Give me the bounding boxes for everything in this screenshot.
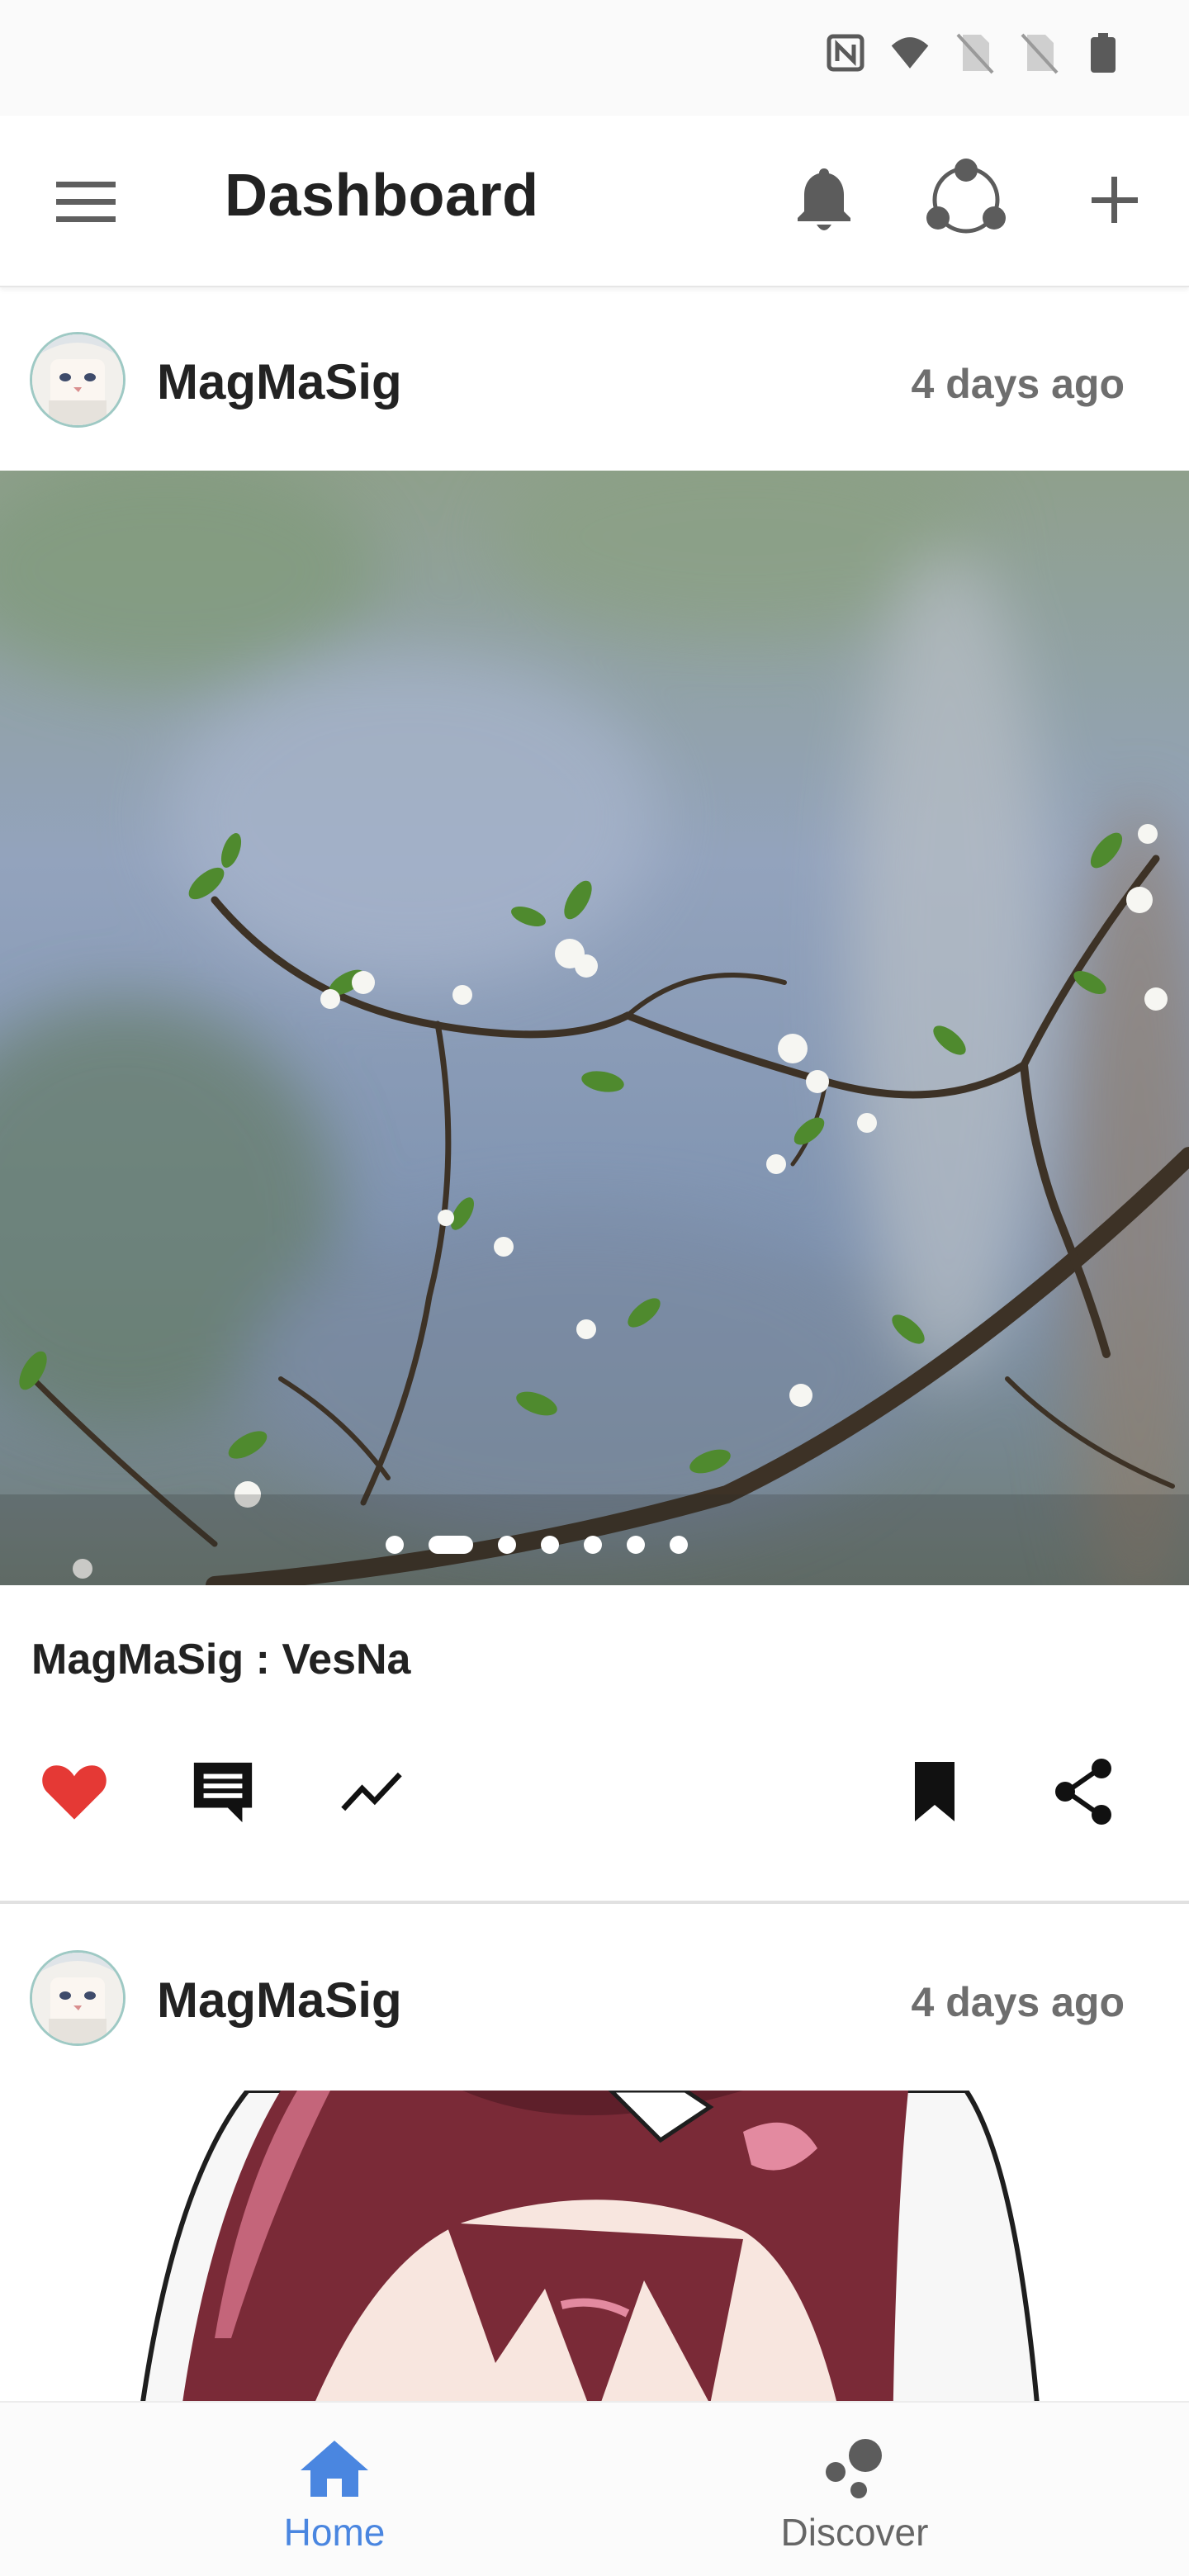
discover-icon [826, 2439, 882, 2498]
post-header: MagMaSig 4 days ago [0, 1907, 1189, 2089]
post-header: MagMaSig 4 days ago [0, 289, 1189, 471]
pager-dot[interactable] [670, 1536, 688, 1554]
comment-icon[interactable] [182, 1750, 264, 1833]
post-actions [0, 1750, 1189, 1841]
page-title: Dashboard [225, 163, 539, 229]
trending-icon[interactable] [330, 1750, 413, 1833]
post-divider [0, 1901, 1189, 1904]
post-image[interactable] [0, 471, 1189, 1585]
blossom-branch-photo [0, 471, 1189, 1585]
post-time: 4 days ago [911, 1979, 1125, 2025]
pager-dot[interactable] [541, 1536, 559, 1554]
author-name[interactable]: MagMaSig [157, 1972, 402, 2029]
bottom-nav: Home Discover [0, 2401, 1189, 2576]
status-icons [826, 31, 1123, 74]
image-pager[interactable] [0, 1536, 1189, 1554]
no-sim-icon [955, 31, 994, 74]
anime-illustration [0, 2091, 1189, 2404]
pager-dot[interactable] [386, 1536, 404, 1554]
app-bar: Dashboard [0, 116, 1189, 287]
post-image[interactable] [0, 2091, 1189, 2404]
bell-icon[interactable] [791, 163, 857, 238]
share-icon[interactable] [1042, 1750, 1125, 1833]
wifi-icon [890, 31, 930, 74]
home-icon [301, 2441, 368, 2497]
plus-icon[interactable] [1082, 167, 1148, 233]
no-sim-icon [1019, 31, 1059, 74]
battery-icon [1083, 31, 1123, 74]
avatar[interactable] [30, 1950, 126, 2046]
post-time: 4 days ago [911, 361, 1125, 407]
bookmark-icon[interactable] [893, 1750, 976, 1833]
pager-dot[interactable] [627, 1536, 645, 1554]
author-name[interactable]: MagMaSig [157, 353, 402, 410]
nfc-icon [826, 31, 865, 74]
avatar[interactable] [30, 332, 126, 428]
nav-item-home[interactable]: Home [211, 2403, 458, 2576]
pager-dot[interactable] [584, 1536, 602, 1554]
pager-dot[interactable] [498, 1536, 516, 1554]
nav-label-home: Home [283, 2511, 386, 2554]
nav-item-discover[interactable]: Discover [731, 2403, 978, 2576]
post-caption: MagMaSig : VesNa [31, 1636, 411, 1683]
hamburger-menu-icon[interactable] [50, 173, 124, 231]
group-icon[interactable] [925, 159, 1007, 241]
nav-label-discover: Discover [780, 2511, 929, 2554]
status-bar [0, 0, 1189, 116]
heart-icon[interactable] [33, 1750, 116, 1833]
pager-dot-active[interactable] [429, 1536, 473, 1554]
